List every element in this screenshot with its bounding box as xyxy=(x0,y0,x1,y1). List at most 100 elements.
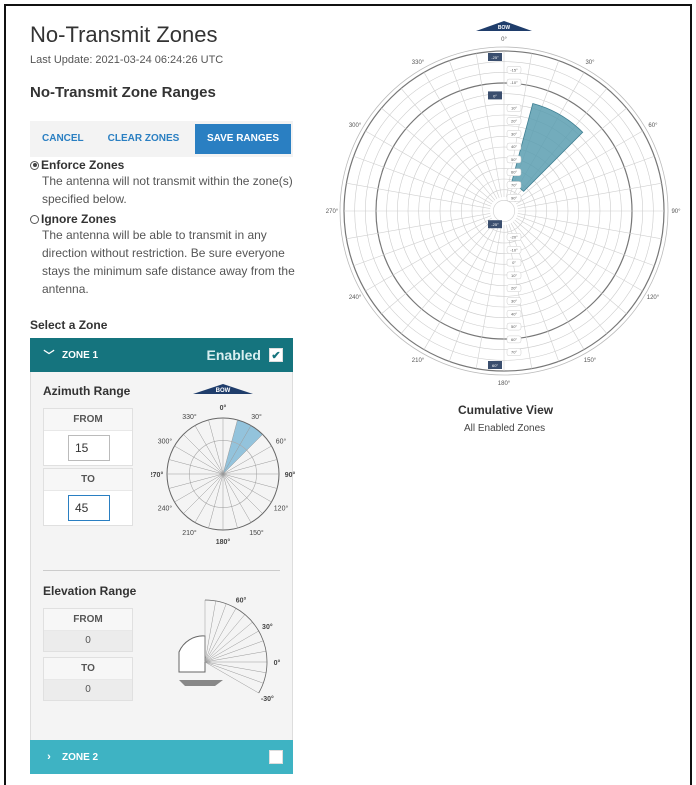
azimuth-tick-label: 30° xyxy=(251,413,262,421)
ignore-zones-option[interactable]: Ignore Zones The antenna will be able to… xyxy=(30,212,295,298)
scale-label: 20° xyxy=(511,286,517,291)
azimuth-tick-label: 0° xyxy=(220,404,227,412)
azimuth-tick-label: 0° xyxy=(501,37,507,43)
action-bar: CANCEL CLEAR ZONES SAVE RANGES xyxy=(30,121,293,157)
elevation-dial[interactable]: 90° 60° 30° 0° -30° xyxy=(165,594,285,714)
select-zone-label: Select a Zone xyxy=(30,318,108,332)
zone-1-header[interactable]: ﹀ ZONE 1 Enabled ✔ xyxy=(30,338,293,372)
ignore-description: The antenna will be able to transmit in … xyxy=(42,228,295,296)
elevation-tick-label: 60° xyxy=(236,597,247,605)
azimuth-spoke xyxy=(183,473,224,514)
azimuth-tick-label: 270° xyxy=(151,471,163,479)
azimuth-spoke xyxy=(222,473,238,529)
azimuth-spoke xyxy=(168,473,224,489)
azimuth-tick-label: 150° xyxy=(249,529,264,537)
chevron-right-icon: › xyxy=(47,751,51,763)
scale-label: 50° xyxy=(511,157,517,162)
polar-spoke xyxy=(512,221,608,334)
elevation-from-box: FROM 0 xyxy=(43,608,133,652)
bow-label: BOW xyxy=(216,388,231,394)
scale-label: 40° xyxy=(511,144,517,149)
page-title: No-Transmit Zones xyxy=(30,22,218,47)
azimuth-spoke xyxy=(183,434,224,475)
azimuth-spoke xyxy=(208,419,224,475)
azimuth-tick-label: 330° xyxy=(412,60,425,66)
scale-label: 70° xyxy=(511,350,517,355)
elevation-from-value: 0 xyxy=(44,631,132,651)
azimuth-from-box: FROM 15 xyxy=(43,408,133,466)
page-frame: No-Transmit Zones Last Update: 2021-03-2… xyxy=(4,4,692,785)
azimuth-range-title: Azimuth Range xyxy=(43,384,131,398)
zone-2-enabled-checkbox[interactable] xyxy=(269,750,283,764)
azimuth-spoke xyxy=(208,473,224,529)
zone-2-name: ZONE 2 xyxy=(62,751,99,763)
azimuth-tick-label: 300° xyxy=(158,438,173,446)
elevation-range-title: Elevation Range xyxy=(43,584,137,598)
scale-label: 20° xyxy=(511,119,517,124)
scale-marker-label: -25° xyxy=(491,222,499,227)
enforce-radio[interactable] xyxy=(30,160,39,170)
section-divider xyxy=(43,570,280,571)
ignore-label: Ignore Zones xyxy=(41,212,117,226)
azimuth-spoke xyxy=(194,473,224,523)
scale-marker-label: 60° xyxy=(492,363,498,368)
chevron-down-icon: ﹀ xyxy=(43,350,55,362)
azimuth-spoke xyxy=(222,473,272,503)
zone-1-enabled-checkbox[interactable]: ✔ xyxy=(269,348,283,362)
scale-label: -20° xyxy=(510,235,518,240)
ignore-radio[interactable] xyxy=(30,214,39,224)
cumulative-polar-view: BOW 0° 30° 60° 90° 120° 150° 180° 210° 240° 270° 3… xyxy=(326,21,681,387)
azimuth-tick-label: 240° xyxy=(349,295,362,301)
azimuth-tick-label: 90° xyxy=(285,471,296,479)
elevation-to-value: 0 xyxy=(44,680,132,700)
zone-2-header[interactable]: › ZONE 2 xyxy=(30,740,293,774)
azimuth-tick-label: 60° xyxy=(276,438,287,446)
azimuth-to-input[interactable]: 45 xyxy=(68,495,110,521)
elevation-tick-label: -30° xyxy=(261,695,274,703)
azimuth-from-label: FROM xyxy=(44,409,132,431)
azimuth-tick-label: 330° xyxy=(182,413,197,421)
azimuth-tick-label: 270° xyxy=(326,209,339,215)
scale-label: 90° xyxy=(511,195,517,200)
azimuth-spoke xyxy=(194,425,224,475)
scale-label: 60° xyxy=(511,170,517,175)
cumulative-polar-grid: 0° 30° 60° 90° 120° 150° 180° 210° 240° 270° 300° 3… xyxy=(326,37,681,387)
elevation-to-label: TO xyxy=(44,658,132,680)
clear-zones-button[interactable]: CLEAR ZONES xyxy=(96,121,192,157)
polar-ring xyxy=(493,200,515,222)
scale-label: -10° xyxy=(510,80,518,85)
scale-label: 30° xyxy=(511,131,517,136)
azimuth-tick-label: 120° xyxy=(274,505,289,513)
polar-spoke xyxy=(514,219,627,315)
enforce-zones-option[interactable]: Enforce Zones The antenna will not trans… xyxy=(30,158,295,208)
radome-shape xyxy=(178,635,206,673)
azimuth-tick-label: 120° xyxy=(647,295,660,301)
scale-label: 70° xyxy=(511,183,517,188)
cumulative-view-subtitle: All Enabled Zones xyxy=(464,423,546,434)
azimuth-from-input[interactable]: 15 xyxy=(68,435,110,461)
scale-label: -15° xyxy=(510,67,518,72)
polar-spoke xyxy=(381,219,494,315)
polar-spoke xyxy=(381,107,494,203)
zone-1-panel: Azimuth Range FROM 15 TO 45 BOW 0° 30° 60°… xyxy=(30,372,295,740)
last-update: Last Update: 2021-03-24 06:24:26 UTC xyxy=(30,54,224,66)
azimuth-spoke xyxy=(222,473,252,523)
save-ranges-button[interactable]: SAVE RANGES xyxy=(194,124,291,154)
scale-label: -10° xyxy=(510,247,518,252)
cancel-button[interactable]: CANCEL xyxy=(30,121,96,157)
elevation-to-box: TO 0 xyxy=(43,657,133,701)
azimuth-tick-label: 240° xyxy=(158,505,173,513)
elevation-tick-label: 30° xyxy=(262,623,273,631)
azimuth-tick-label: 60° xyxy=(648,123,658,129)
azimuth-spoke xyxy=(222,473,263,514)
azimuth-spoke xyxy=(174,473,224,503)
azimuth-tick-label: 90° xyxy=(671,209,681,215)
cumulative-bow-label: BOW xyxy=(498,25,511,31)
elevation-tick-label: 90° xyxy=(200,594,211,595)
azimuth-tick-label: 300° xyxy=(349,123,362,129)
azimuth-tick-label: 210° xyxy=(182,529,197,537)
polar-spoke xyxy=(400,221,496,334)
azimuth-dial[interactable]: BOW 0° 30° 60° 90° 120° 150° 180° 210° 240° 270° 3… xyxy=(151,382,301,552)
enforce-description: The antenna will not transmit within the… xyxy=(42,174,293,206)
azimuth-to-label: TO xyxy=(44,469,132,491)
